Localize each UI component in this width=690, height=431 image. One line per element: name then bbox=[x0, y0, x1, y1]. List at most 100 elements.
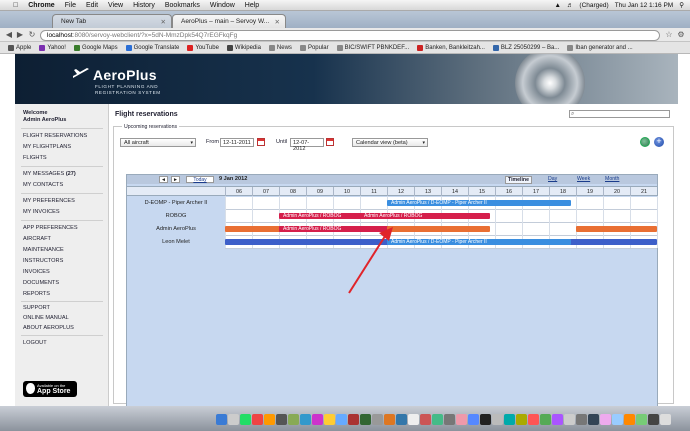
wrench-icon[interactable]: ⚙ bbox=[676, 30, 686, 40]
prev-week-button[interactable]: ◄ bbox=[159, 176, 168, 183]
reload-icon[interactable]: ↻ bbox=[27, 30, 37, 40]
until-date-field[interactable]: 12-07-2012 bbox=[290, 138, 324, 152]
dock-app-icon[interactable] bbox=[528, 414, 539, 425]
sidebar-item-reports[interactable]: REPORTS bbox=[23, 291, 50, 297]
menu-edit[interactable]: Edit bbox=[81, 2, 103, 9]
wifi-icon[interactable]: ▲ bbox=[554, 2, 560, 9]
reservation-bar[interactable] bbox=[576, 226, 657, 232]
dock-app-icon[interactable] bbox=[456, 414, 467, 425]
dock-app-icon[interactable] bbox=[444, 414, 455, 425]
tab-new-tab[interactable]: New Tab ✕ bbox=[52, 14, 172, 28]
bookmark-item[interactable]: Wikipedia bbox=[226, 44, 261, 51]
search-input[interactable]: ⌕ bbox=[569, 110, 670, 118]
bookmark-item[interactable]: Yahoo! bbox=[39, 44, 66, 51]
dock-app-icon[interactable] bbox=[600, 414, 611, 425]
sidebar-item-about-aeroplus[interactable]: ABOUT AEROPLUS bbox=[23, 325, 74, 331]
tab-aeroplus[interactable]: AeroPlus – main – Servoy W... ✕ bbox=[172, 14, 286, 28]
view-select[interactable]: Calendar view (beta) ▾ bbox=[352, 138, 428, 147]
forward-arrow-icon[interactable]: ▶ bbox=[15, 30, 25, 40]
back-arrow-icon[interactable]: ◀ bbox=[4, 30, 14, 40]
app-store-badge[interactable]: Available on the App Store bbox=[23, 381, 77, 397]
bookmark-item[interactable]: BIC/SWIFT PBNKDEF... bbox=[336, 44, 409, 51]
apple-menu-icon[interactable]:  bbox=[8, 2, 23, 9]
sidebar-item-my-contacts[interactable]: MY CONTACTS bbox=[23, 182, 63, 188]
sidebar-item-online-manual[interactable]: ONLINE MANUAL bbox=[23, 315, 69, 321]
sidebar-item-maintenance[interactable]: MAINTENANCE bbox=[23, 247, 64, 253]
dock-app-icon[interactable] bbox=[612, 414, 623, 425]
sidebar-item-app-preferences[interactable]: APP PREFERENCES bbox=[23, 225, 78, 231]
dock-app-icon[interactable] bbox=[576, 414, 587, 425]
dock-app-icon[interactable] bbox=[432, 414, 443, 425]
dock-app-icon[interactable] bbox=[420, 414, 431, 425]
close-tab-icon[interactable]: ✕ bbox=[275, 18, 280, 26]
bookmark-item[interactable]: BLZ 25050299 – Ba... bbox=[492, 44, 559, 51]
menu-help[interactable]: Help bbox=[240, 2, 264, 9]
bookmark-item[interactable]: Apple bbox=[8, 44, 31, 51]
bookmark-item[interactable]: Iban generator and ... bbox=[567, 44, 633, 51]
dock-app-icon[interactable] bbox=[516, 414, 527, 425]
dock-app-icon[interactable] bbox=[252, 414, 263, 425]
dock-app-icon[interactable] bbox=[216, 414, 227, 425]
calendar-icon[interactable] bbox=[257, 138, 265, 146]
dock-app-icon[interactable] bbox=[348, 414, 359, 425]
dock-app-icon[interactable] bbox=[636, 414, 647, 425]
dock-app-icon[interactable] bbox=[372, 414, 383, 425]
sidebar-item-documents[interactable]: DOCUMENTS bbox=[23, 280, 59, 286]
menu-chrome[interactable]: Chrome bbox=[23, 2, 59, 9]
dock-app-icon[interactable] bbox=[336, 414, 347, 425]
sidebar-item-my-messages[interactable]: MY MESSAGES (27) bbox=[23, 171, 76, 177]
dock-app-icon[interactable] bbox=[648, 414, 659, 425]
bookmark-item[interactable]: News bbox=[268, 44, 292, 51]
dock-app-icon[interactable] bbox=[588, 414, 599, 425]
bookmark-item[interactable]: Popular bbox=[299, 44, 329, 51]
battery-status[interactable]: (Charged) bbox=[579, 2, 608, 9]
reservation-bar[interactable]: Admin AeroPlus / ROBOG bbox=[360, 213, 490, 219]
dock-app-icon[interactable] bbox=[540, 414, 551, 425]
sidebar-item-flights[interactable]: FLIGHTS bbox=[23, 155, 47, 161]
bookmark-item[interactable]: Google Maps bbox=[73, 44, 118, 51]
dock-app-icon[interactable] bbox=[408, 414, 419, 425]
reservation-bar[interactable]: Admin AeroPlus / D-EOMP - Piper Archer I… bbox=[387, 239, 571, 245]
dock-app-icon[interactable] bbox=[396, 414, 407, 425]
dock-app-icon[interactable] bbox=[492, 414, 503, 425]
today-button[interactable]: Today bbox=[186, 176, 214, 183]
aircraft-select[interactable]: All aircraft ▾ bbox=[120, 138, 196, 147]
dock-app-icon[interactable] bbox=[276, 414, 287, 425]
dock-app-icon[interactable] bbox=[504, 414, 515, 425]
dock-app-icon[interactable] bbox=[300, 414, 311, 425]
sidebar-item-my-flightplans[interactable]: MY FLIGHTPLANS bbox=[23, 144, 71, 150]
dock-app-icon[interactable] bbox=[228, 414, 239, 425]
sidebar-item-aircraft[interactable]: AIRCRAFT bbox=[23, 236, 51, 242]
dock-app-icon[interactable] bbox=[384, 414, 395, 425]
dock-app-icon[interactable] bbox=[624, 414, 635, 425]
sidebar-item-my-invoices[interactable]: MY INVOICES bbox=[23, 209, 60, 215]
star-icon[interactable]: ☆ bbox=[664, 30, 674, 40]
dock-app-icon[interactable] bbox=[288, 414, 299, 425]
view-week-tab[interactable]: Week bbox=[577, 176, 590, 182]
dock-app-icon[interactable] bbox=[552, 414, 563, 425]
view-day-tab[interactable]: Day bbox=[548, 176, 557, 182]
address-bar[interactable]: localhost:8080/servoy-webclient/?x=5dN-M… bbox=[40, 30, 660, 41]
menu-window[interactable]: Window bbox=[205, 2, 240, 9]
spotlight-icon[interactable]: ⚲ bbox=[679, 1, 684, 9]
dock-app-icon[interactable] bbox=[360, 414, 371, 425]
bookmark-item[interactable]: Banken, Bankleitzah... bbox=[417, 44, 485, 51]
sidebar-item-support[interactable]: SUPPORT bbox=[23, 305, 50, 311]
sidebar-item-flight-reservations[interactable]: FLIGHT RESERVATIONS bbox=[23, 133, 87, 139]
volume-icon[interactable]: ♬ bbox=[567, 2, 574, 9]
from-date-field[interactable]: 12-11-2011 bbox=[220, 138, 254, 147]
next-week-button[interactable]: ► bbox=[171, 176, 180, 183]
menu-view[interactable]: View bbox=[103, 2, 128, 9]
dock-app-icon[interactable] bbox=[312, 414, 323, 425]
bookmark-item[interactable]: YouTube bbox=[187, 44, 219, 51]
view-month-tab[interactable]: Month bbox=[605, 176, 619, 182]
dock-app-icon[interactable] bbox=[324, 414, 335, 425]
refresh-icon[interactable] bbox=[640, 137, 650, 147]
dock-app-icon[interactable] bbox=[468, 414, 479, 425]
calendar-icon[interactable] bbox=[326, 138, 334, 146]
add-icon[interactable]: + bbox=[654, 137, 664, 147]
dock-app-icon[interactable] bbox=[564, 414, 575, 425]
sidebar-item-logout[interactable]: LOGOUT bbox=[23, 340, 47, 346]
close-tab-icon[interactable]: ✕ bbox=[161, 18, 166, 26]
bookmark-item[interactable]: Google Translate bbox=[125, 44, 179, 51]
